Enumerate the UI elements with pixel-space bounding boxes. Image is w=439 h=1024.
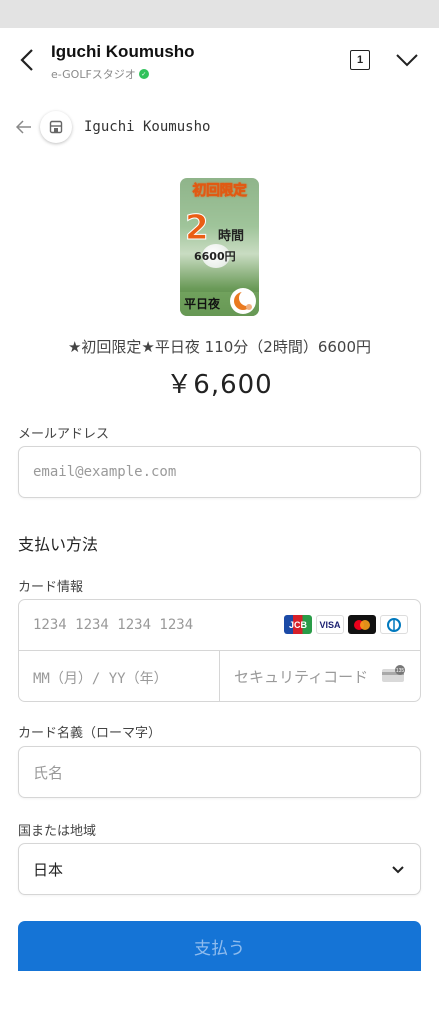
cvc-placeholder: セキュリティコード (234, 668, 369, 686)
product-image-unit: 時間 (218, 229, 245, 244)
email-field[interactable]: email@example.com (18, 446, 421, 498)
mastercard-icon (348, 615, 376, 634)
card-number-field[interactable]: 1234 1234 1234 1234 JCB VISA (19, 600, 420, 650)
merchant-back-button[interactable] (14, 117, 34, 137)
country-value: 日本 (33, 861, 64, 879)
merchant-avatar (40, 111, 72, 143)
status-bar (0, 0, 439, 28)
chevron-down-icon (396, 54, 418, 67)
country-label: 国または地域 (18, 824, 97, 839)
product-image-top-text: 初回限定 (192, 183, 247, 200)
merchant-name: Iguchi Koumusho (84, 119, 211, 135)
arrow-left-icon (16, 120, 31, 134)
merchant-row: Iguchi Koumusho (14, 110, 210, 144)
page-title: Iguchi Koumusho (51, 42, 195, 61)
cardholder-placeholder: 氏名 (33, 764, 64, 782)
svg-text:135: 135 (396, 668, 405, 674)
expiry-placeholder: MM（月）/ YY（年） (33, 671, 168, 687)
expiry-field[interactable]: MM（月）/ YY（年） (19, 651, 219, 702)
cardholder-name-field[interactable]: 氏名 (18, 746, 421, 798)
card-info-group: 1234 1234 1234 1234 JCB VISA MM（月）/ YY（年… (18, 599, 421, 702)
pay-button[interactable]: 支払う (18, 921, 421, 971)
menu-expand-button[interactable] (393, 48, 421, 72)
jcb-icon: JCB (284, 615, 312, 634)
product-price: ￥6,600 (166, 370, 273, 400)
cvc-card-icon: 135 (382, 665, 405, 682)
email-label: メールアドレス (18, 427, 110, 442)
card-number-placeholder: 1234 1234 1234 1234 (33, 617, 194, 633)
diners-icon (380, 615, 408, 634)
country-select[interactable]: 日本 (18, 843, 421, 895)
cardholder-label: カード名義（ローマ字） (18, 726, 162, 741)
chevron-left-icon (20, 49, 33, 71)
subtitle-text: e-GOLFスタジオ (51, 68, 136, 81)
app-header: Iguchi Koumusho e-GOLFスタジオ ✓ 1 (0, 28, 439, 92)
cvc-field[interactable]: セキュリティコード 135 (220, 651, 420, 702)
product-image-price: 6600円 (194, 250, 236, 263)
chevron-down-icon (392, 866, 404, 874)
store-icon (49, 120, 63, 134)
card-info-label: カード情報 (18, 580, 84, 595)
tab-count-button[interactable]: 1 (350, 50, 370, 70)
product-image-bottom-text: 平日夜 (184, 297, 221, 311)
email-placeholder: email@example.com (33, 464, 177, 480)
payment-section-title: 支払い方法 (18, 535, 99, 554)
back-button[interactable] (14, 46, 40, 74)
verified-badge-icon: ✓ (138, 69, 149, 79)
product-image: 初回限定 2 時間 6600円 平日夜 (180, 178, 259, 316)
card-brands: JCB VISA (284, 615, 408, 634)
moon-icon (230, 288, 256, 314)
product-image-number: 2 (185, 208, 210, 249)
product-title: ★初回限定★平日夜 110分（2時間）6600円 (67, 338, 371, 356)
visa-icon: VISA (316, 615, 344, 634)
page-subtitle: e-GOLFスタジオ ✓ (51, 66, 149, 82)
